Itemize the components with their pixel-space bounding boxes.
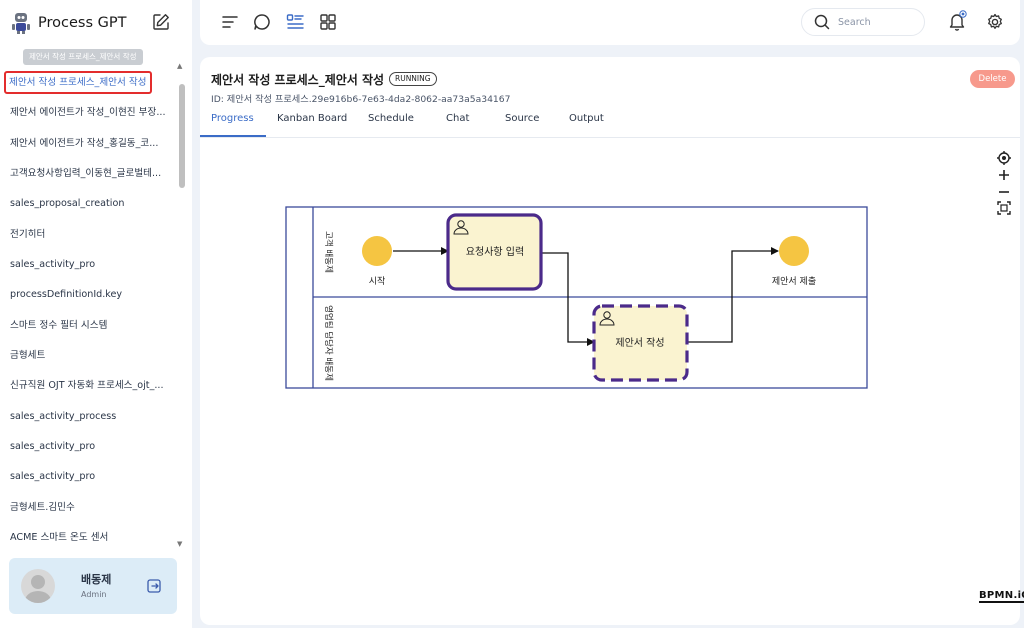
list-item[interactable]: 스마트 정수 필터 시스템 xyxy=(0,311,176,341)
list-item[interactable]: sales_activity_process xyxy=(0,402,176,432)
list-item[interactable]: sales_proposal_creation xyxy=(0,189,176,219)
chat-bubble-icon[interactable] xyxy=(252,12,272,32)
bpmn-diagram: 고객 배동제 영업팀 담당자 배동제 시작 요청사항 입력 제안서 작성 제안서… xyxy=(285,206,868,389)
task-request-input-label: 요청사항 입력 xyxy=(466,245,524,258)
search-input[interactable] xyxy=(838,14,918,30)
list-item[interactable]: 금형세트 xyxy=(0,341,176,371)
scrollbar-thumb[interactable] xyxy=(179,84,185,188)
lane-label-sales: 영업팀 담당자 배동제 xyxy=(323,305,334,381)
list-item[interactable]: 전기히터 xyxy=(0,220,176,250)
list-item[interactable]: ACME 스마트 온도 센서 xyxy=(0,523,176,553)
brand[interactable]: Process GPT xyxy=(10,10,126,36)
start-event[interactable] xyxy=(362,236,392,266)
list-item[interactable]: 금형세트.김민수 xyxy=(0,493,176,523)
avatar xyxy=(21,569,55,603)
user-avatar-icon xyxy=(25,575,51,603)
task-write-proposal[interactable]: 제안서 작성 xyxy=(592,304,689,382)
list-item[interactable]: processDefinitionId.key xyxy=(0,280,176,310)
robot-logo-icon xyxy=(12,13,30,34)
user-card[interactable]: 배동제 Admin xyxy=(9,558,177,614)
list-item[interactable]: sales_activity_pro xyxy=(0,462,176,492)
settings-gear-icon[interactable] xyxy=(985,12,1005,32)
user-role: Admin xyxy=(81,590,107,599)
list-item[interactable]: 신규직원 OJT 자동화 프로세스_ojt_... xyxy=(0,371,176,401)
task-write-proposal-label: 제안서 작성 xyxy=(615,337,664,349)
list-item[interactable]: 제안서 에이전트가 작성_이현진 부장... xyxy=(0,98,176,128)
list-item[interactable]: sales_activity_pro xyxy=(0,250,176,280)
list-item[interactable]: sales_activity_pro xyxy=(0,432,176,462)
item-tooltip: 제안서 작성 프로세스_제안서 작성 xyxy=(23,49,143,65)
list-item-selected[interactable]: 제안서 작성 프로세스_제안서 작성 xyxy=(0,68,176,98)
new-chat-edit-icon[interactable] xyxy=(152,13,170,31)
top-bar xyxy=(200,0,1020,45)
app-name: Process GPT xyxy=(38,15,127,31)
list-item-label: 제안서 작성 프로세스_제안서 작성 xyxy=(4,71,152,94)
search-box[interactable] xyxy=(801,8,925,36)
main-panel: 제안서 작성 프로세스_제안서 작성 RUNNING ID: 제안서 작성 프로… xyxy=(200,57,1024,625)
instance-list: 제안서 작성 프로세스_제안서 작성 제안서 에이전트가 작성_이현진 부장..… xyxy=(0,68,176,554)
end-event-label: 제안서 제출 xyxy=(772,276,816,287)
start-event-label: 시작 xyxy=(369,276,386,287)
notification-bell-icon[interactable] xyxy=(946,10,968,32)
bpmn-io-logo[interactable]: BPMN.iO xyxy=(979,590,1024,603)
search-icon xyxy=(814,14,830,30)
list-view-icon[interactable] xyxy=(285,12,305,32)
task-request-input[interactable]: 요청사항 입력 xyxy=(446,213,543,291)
grid-view-icon[interactable] xyxy=(318,12,338,32)
list-item[interactable]: 제안서 에이전트가 작성_홍길동_코... xyxy=(0,129,176,159)
end-event[interactable] xyxy=(779,236,809,266)
scroll-down-arrow-icon[interactable]: ▼ xyxy=(177,540,182,548)
pool[interactable] xyxy=(285,206,868,389)
user-name: 배동제 xyxy=(81,573,112,586)
lane-label-customer: 고객 배동제 xyxy=(323,231,334,273)
menu-toggle-icon[interactable] xyxy=(220,12,240,32)
scroll-up-arrow-icon[interactable]: ▲ xyxy=(177,62,182,70)
logout-icon[interactable] xyxy=(147,579,161,593)
list-item[interactable]: 고객요청사항입력_이동현_글로벌테... xyxy=(0,159,176,189)
sidebar: Process GPT 제안서 작성 프로세스_제안서 작성 ▲ ▼ 제안서 작… xyxy=(0,0,192,628)
